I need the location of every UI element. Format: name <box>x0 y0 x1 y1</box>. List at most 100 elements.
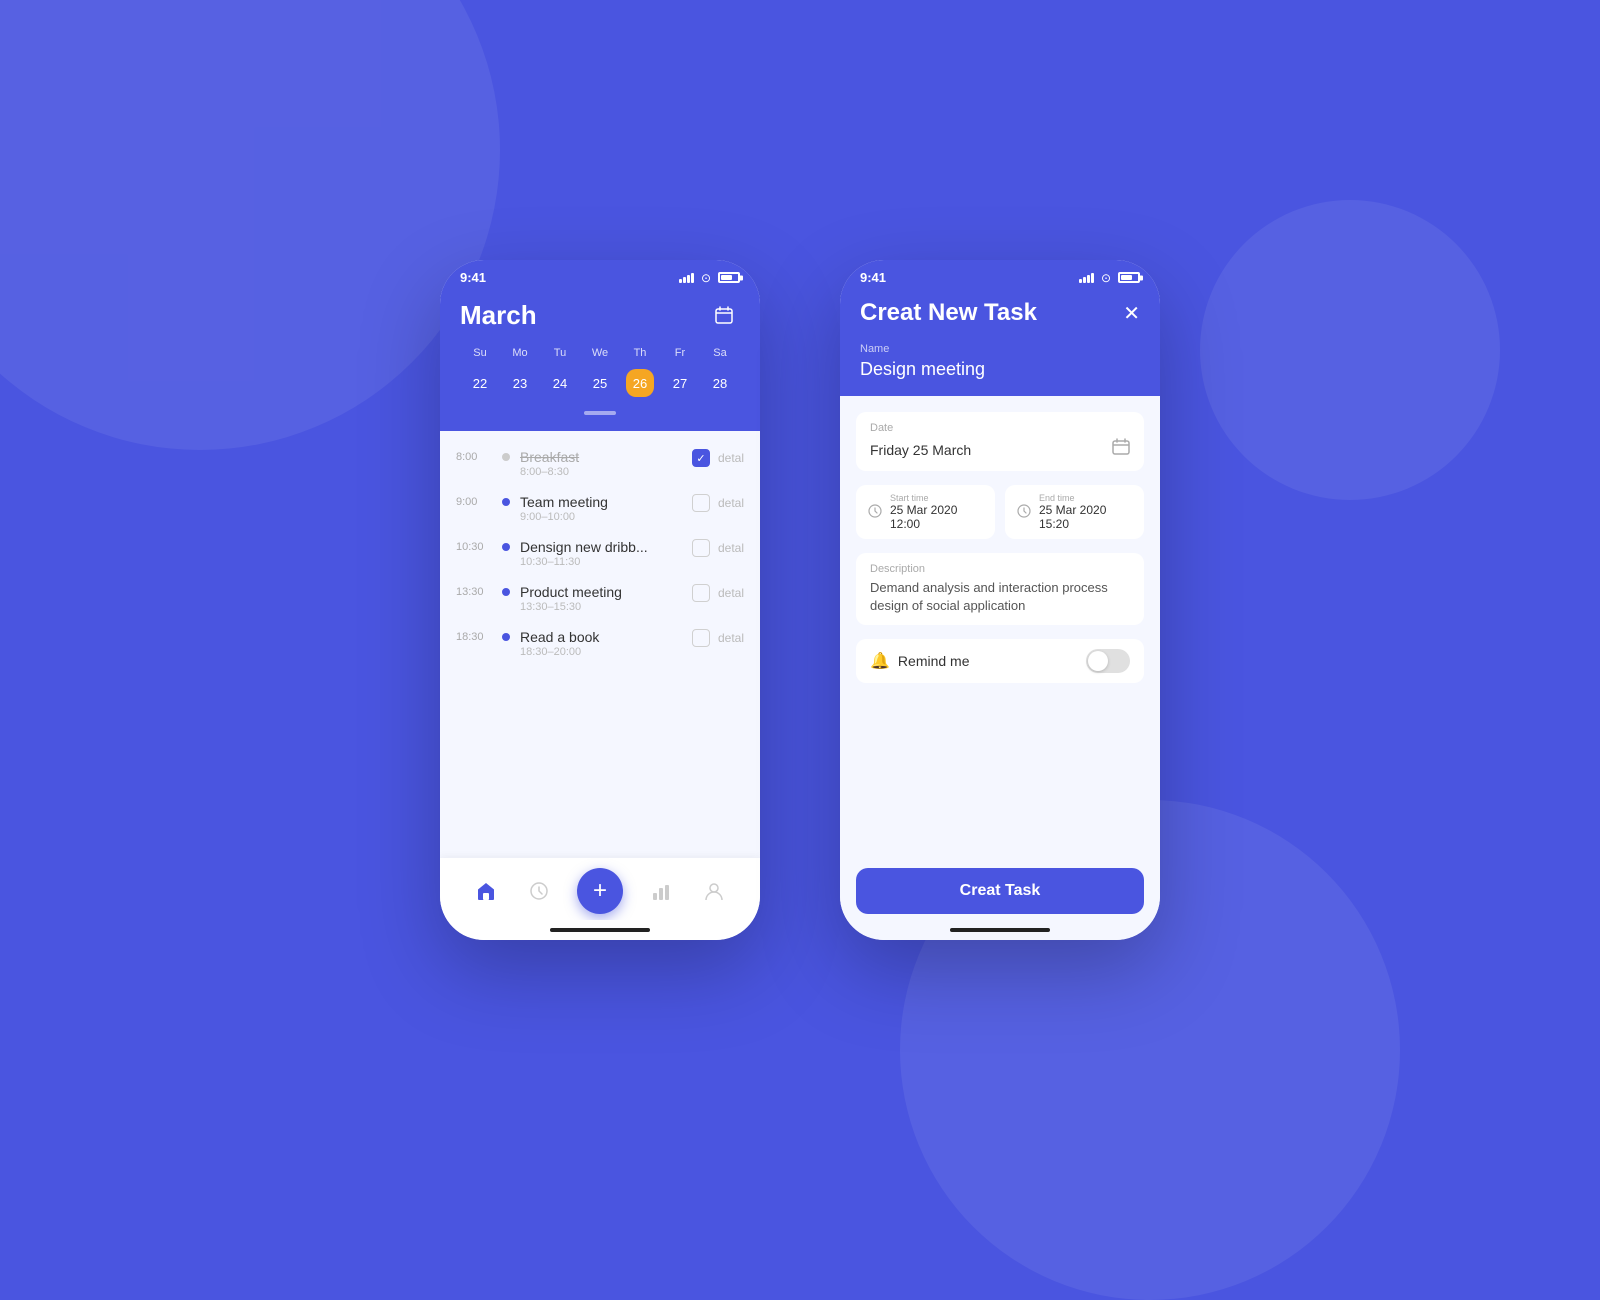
schedule-time: 10:30 <box>456 539 492 553</box>
schedule-time: 18:30 <box>456 629 492 643</box>
schedule-time: 8:00 <box>456 449 492 463</box>
schedule-actions[interactable]: detal <box>692 539 744 557</box>
checkbox[interactable] <box>692 539 710 557</box>
schedule-range: 13:30–15:30 <box>520 601 682 613</box>
schedule-range: 8:00–8:30 <box>520 466 682 478</box>
list-item: 8:00 Breakfast 8:00–8:30 detal <box>440 441 760 486</box>
calendar-icon-btn[interactable] <box>708 299 740 331</box>
detal-link[interactable]: detal <box>718 496 744 510</box>
schedule-content: Team meeting 9:00–10:00 <box>520 494 682 523</box>
schedule-actions[interactable]: detal <box>692 494 744 512</box>
schedule-name: Densign new dribb... <box>520 539 682 555</box>
close-button[interactable]: ✕ <box>1123 301 1140 326</box>
start-time-value: 25 Mar 2020 12:00 <box>890 503 983 531</box>
end-time-box[interactable]: End time 25 Mar 2020 15:20 <box>1005 485 1144 539</box>
schedule-range: 9:00–10:00 <box>520 511 682 523</box>
checkbox[interactable] <box>692 584 710 602</box>
date-section[interactable]: Date Friday 25 March <box>856 412 1144 471</box>
weekdays-row: Su Mo Tu We Th Fr Sa <box>460 343 740 363</box>
schedule-body: 8:00 Breakfast 8:00–8:30 detal 9:00 Team… <box>440 431 760 858</box>
nav-clock-icon[interactable] <box>525 877 553 905</box>
date-calendar-icon[interactable] <box>1112 438 1130 461</box>
schedule-time: 13:30 <box>456 584 492 598</box>
signal-icon-2 <box>1079 273 1094 283</box>
home-indicator-2 <box>950 928 1050 932</box>
detal-link[interactable]: detal <box>718 541 744 555</box>
schedule-actions[interactable]: detal <box>692 449 744 467</box>
phone-create-task: 9:41 ⊙ Creat New Task ✕ Name <box>840 260 1160 940</box>
description-value: Demand analysis and interaction process … <box>870 579 1130 615</box>
nav-home-icon[interactable] <box>472 877 500 905</box>
name-field-label: Name <box>860 343 1140 355</box>
calendar-header: March Su Mo Tu We Th Fr Sa 22 <box>440 291 760 431</box>
schedule-name: Team meeting <box>520 494 682 510</box>
end-time-clock-icon <box>1017 504 1031 521</box>
bottom-nav[interactable]: + <box>440 858 760 920</box>
status-time-1: 9:41 <box>460 270 486 285</box>
schedule-content: Breakfast 8:00–8:30 <box>520 449 682 478</box>
task-form-body: Date Friday 25 March <box>840 396 1160 856</box>
end-time-content: End time 25 Mar 2020 15:20 <box>1039 493 1132 531</box>
schedule-range: 10:30–11:30 <box>520 556 682 568</box>
schedule-dot <box>502 543 510 551</box>
checkbox[interactable] <box>692 629 710 647</box>
start-time-clock-icon <box>868 504 882 521</box>
status-bar-2: 9:41 ⊙ <box>840 260 1160 291</box>
end-time-label: End time <box>1039 493 1132 503</box>
checkbox[interactable] <box>692 494 710 512</box>
detal-link[interactable]: detal <box>718 451 744 465</box>
description-section: Description Demand analysis and interact… <box>856 553 1144 625</box>
start-time-box[interactable]: Start time 25 Mar 2020 12:00 <box>856 485 995 539</box>
schedule-dot <box>502 633 510 641</box>
bell-icon: 🔔 <box>870 651 890 671</box>
bg-decor-1 <box>0 0 500 450</box>
create-task-button[interactable]: Creat Task <box>856 868 1144 914</box>
remind-label: Remind me <box>898 653 970 669</box>
schedule-dot <box>502 588 510 596</box>
battery-icon <box>718 272 740 283</box>
status-bar-1: 9:41 ⊙ <box>440 260 760 291</box>
remind-section[interactable]: 🔔 Remind me <box>856 639 1144 683</box>
nav-user-icon[interactable] <box>700 877 728 905</box>
detal-link[interactable]: detal <box>718 586 744 600</box>
home-bar-2 <box>840 920 1160 940</box>
dates-row[interactable]: 22 23 24 25 26 27 28 <box>460 363 740 403</box>
signal-icon <box>679 273 694 283</box>
home-indicator <box>550 928 650 932</box>
wifi-icon: ⊙ <box>701 271 711 285</box>
schedule-name: Product meeting <box>520 584 682 600</box>
task-title: Creat New Task <box>860 299 1037 327</box>
scroll-indicator <box>460 411 740 415</box>
home-bar <box>440 920 760 940</box>
schedule-time: 9:00 <box>456 494 492 508</box>
task-footer: Creat Task <box>840 856 1160 920</box>
end-time-value: 25 Mar 2020 15:20 <box>1039 503 1132 531</box>
schedule-range: 18:30–20:00 <box>520 646 682 658</box>
status-icons-2: ⊙ <box>1079 271 1140 285</box>
schedule-dot <box>502 453 510 461</box>
schedule-actions[interactable]: detal <box>692 584 744 602</box>
checkbox[interactable] <box>692 449 710 467</box>
nav-chart-icon[interactable] <box>647 877 675 905</box>
schedule-dot <box>502 498 510 506</box>
schedule-actions[interactable]: detal <box>692 629 744 647</box>
active-date[interactable]: 26 <box>626 369 654 397</box>
schedule-content: Read a book 18:30–20:00 <box>520 629 682 658</box>
battery-icon-2 <box>1118 272 1140 283</box>
task-header: Creat New Task ✕ Name Design meeting <box>840 291 1160 396</box>
status-icons-1: ⊙ <box>679 271 740 285</box>
list-item: 9:00 Team meeting 9:00–10:00 detal <box>440 486 760 531</box>
date-value: Friday 25 March <box>870 442 971 458</box>
detal-link[interactable]: detal <box>718 631 744 645</box>
schedule-name: Read a book <box>520 629 682 645</box>
remind-toggle[interactable] <box>1086 649 1130 673</box>
bg-decor-3 <box>1200 200 1500 500</box>
phone-calendar: 9:41 ⊙ March <box>440 260 760 940</box>
time-row: Start time 25 Mar 2020 12:00 End time 25… <box>856 485 1144 539</box>
schedule-name: Breakfast <box>520 449 682 465</box>
schedule-content: Product meeting 13:30–15:30 <box>520 584 682 613</box>
start-time-label: Start time <box>890 493 983 503</box>
name-field-value: Design meeting <box>860 359 1140 380</box>
nav-plus-button[interactable]: + <box>577 868 623 914</box>
schedule-content: Densign new dribb... 10:30–11:30 <box>520 539 682 568</box>
